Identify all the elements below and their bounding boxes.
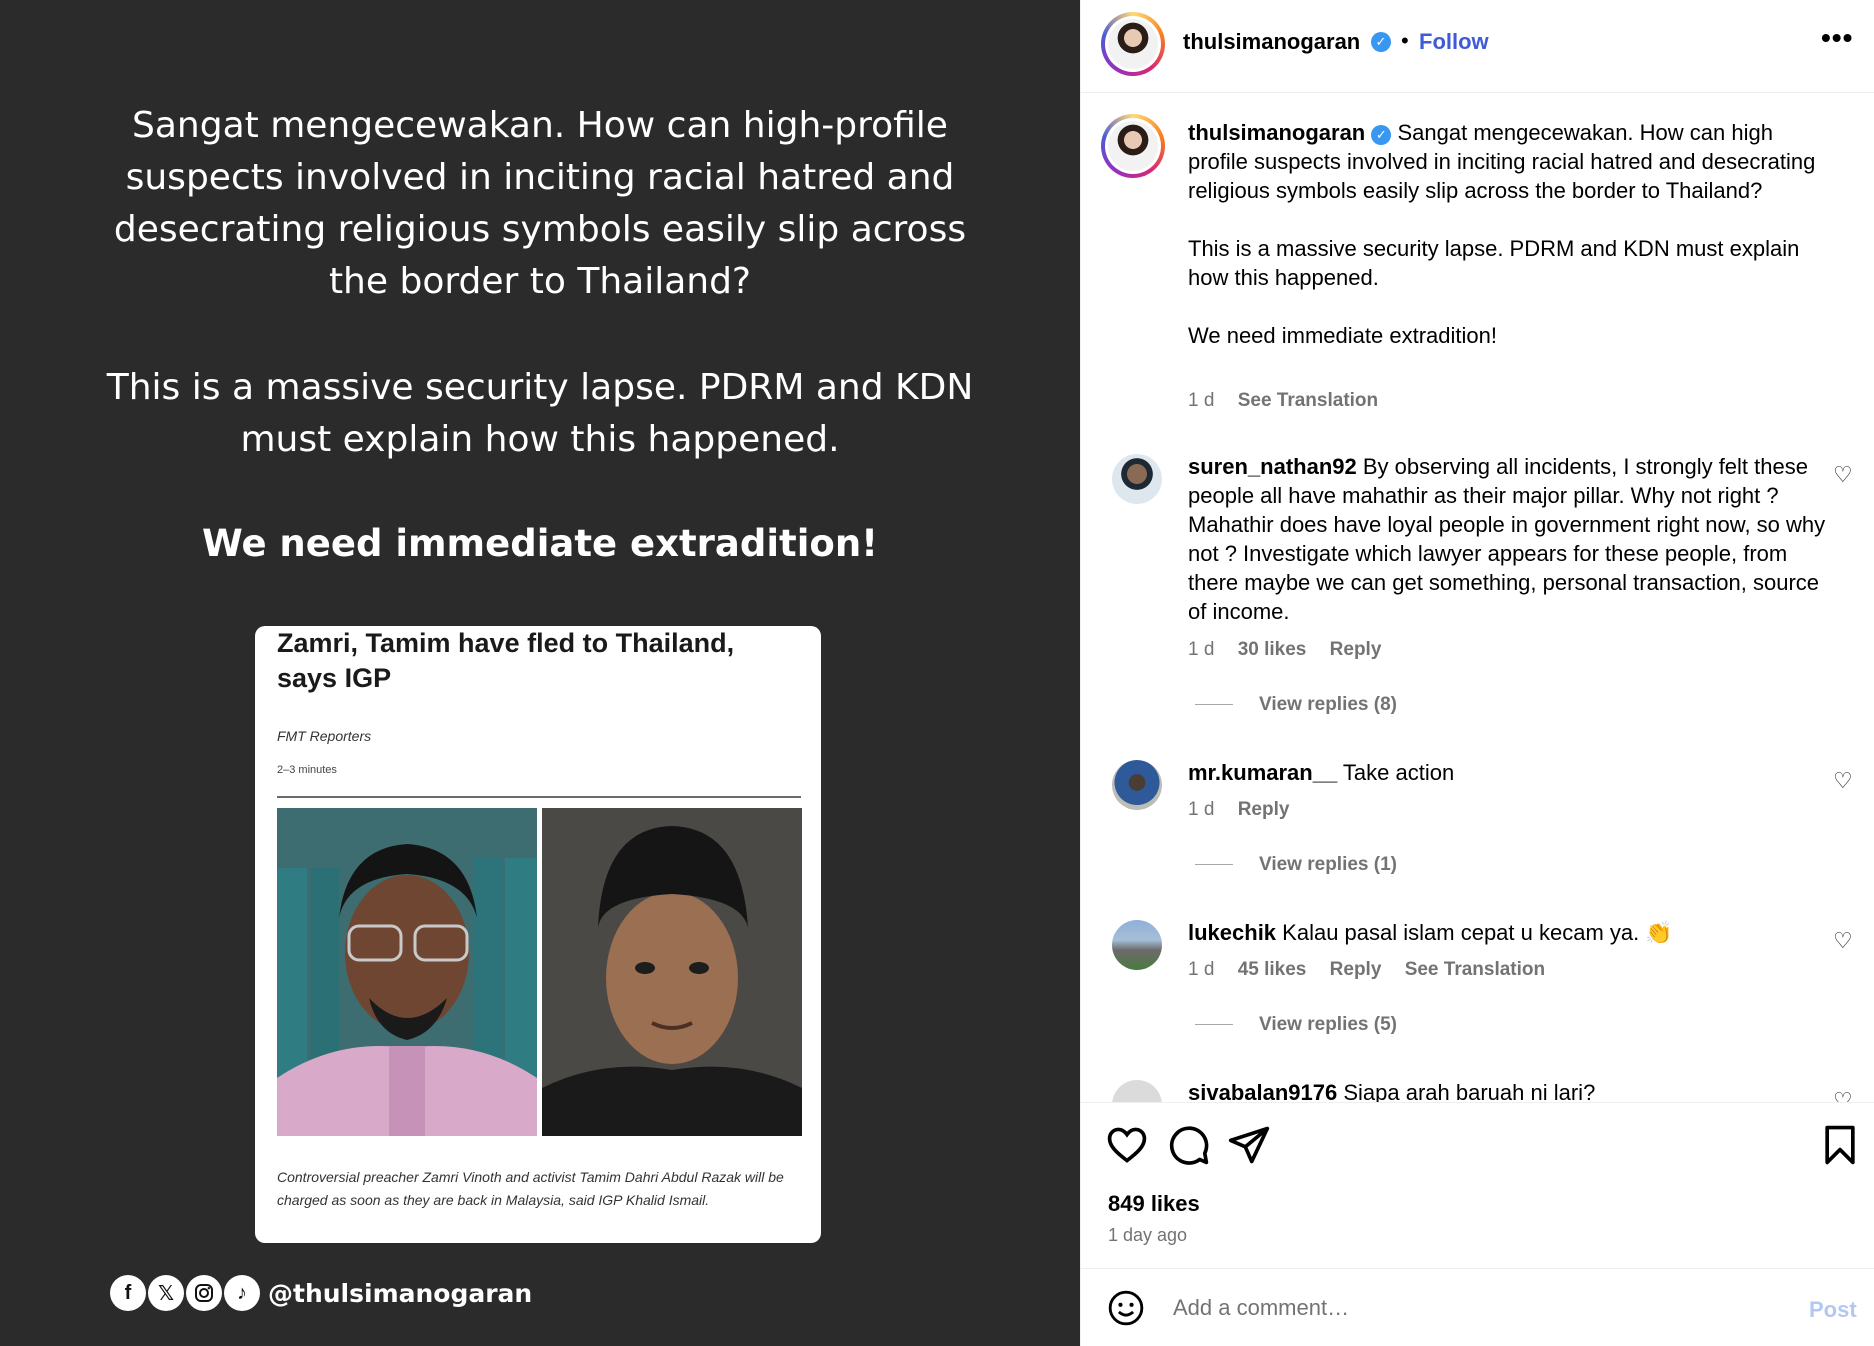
caption-text-3: We need immediate extradition! [1188, 323, 1497, 348]
comment-text: Take action [1342, 760, 1455, 785]
post-timestamp[interactable]: 1 day ago [1108, 1225, 1187, 1246]
commenter-avatar[interactable] [1112, 1080, 1162, 1102]
follow-button[interactable]: Follow [1419, 29, 1489, 55]
news-byline: FMT Reporters [277, 728, 372, 744]
post-image[interactable]: Sangat mengecewakan. How can high-profil… [0, 0, 1080, 1346]
comment-like-icon[interactable]: ♡ [1833, 462, 1853, 488]
news-divider [277, 796, 801, 798]
comment-text: Kalau pasal islam cepat u kecam ya. 👏 [1282, 920, 1673, 945]
see-translation-link[interactable]: See Translation [1238, 390, 1378, 411]
comment: sivabalan9176 Siapa arah baruah ni lari? [1188, 1078, 1833, 1102]
view-replies-button[interactable]: View replies (1) [1195, 854, 1397, 876]
comment-username[interactable]: sivabalan9176 [1188, 1080, 1337, 1102]
comment: mr.kumaran__ Take action [1188, 758, 1833, 787]
comment-text: By observing all incidents, I strongly f… [1188, 454, 1826, 624]
image-text-paragraph-1: Sangat mengecewakan. How can high-profil… [113, 105, 967, 302]
reply-button[interactable]: Reply [1330, 639, 1382, 660]
see-translation-link[interactable]: See Translation [1405, 959, 1545, 980]
comment-icon[interactable] [1167, 1123, 1211, 1167]
social-handle: @thulsimanogaran [268, 1278, 533, 1308]
comment-bar: Post [1081, 1268, 1874, 1346]
instagram-icon [186, 1275, 222, 1311]
comment-username[interactable]: suren_nathan92 [1188, 454, 1357, 479]
post-comment-button[interactable]: Post [1809, 1297, 1857, 1323]
news-headline: Zamri, Tamim have fled to Thailand, says… [277, 628, 735, 693]
tiktok-icon: ♪ [224, 1275, 260, 1311]
comment-time: 1 d [1188, 799, 1215, 820]
x-icon: 𝕏 [148, 1275, 184, 1311]
commenter-avatar[interactable] [1112, 920, 1162, 970]
comment-input[interactable] [1173, 1287, 1753, 1329]
more-options-icon[interactable]: ••• [1821, 22, 1853, 54]
author-avatar[interactable] [1101, 12, 1165, 76]
image-text-paragraph-2: This is a massive security lapse. PDRM a… [106, 367, 974, 460]
commenter-avatar[interactable] [1112, 454, 1162, 504]
social-row: f 𝕏 ♪ @thulsimanogaran [110, 1273, 532, 1313]
comment-time: 1 d [1188, 959, 1215, 980]
post-header: thulsimanogaran ✓ • Follow ••• [1081, 0, 1874, 93]
header-separator-dot: • [1401, 28, 1409, 53]
caption-time: 1 d [1188, 390, 1215, 411]
comment-time: 1 d [1188, 639, 1215, 660]
caption-text-2: This is a massive security lapse. PDRM a… [1188, 236, 1800, 290]
actions-bar: 849 likes 1 day ago [1081, 1102, 1874, 1270]
comment-meta: 1 d 30 likes Reply [1188, 639, 1399, 661]
comment-username[interactable]: mr.kumaran__ [1188, 760, 1337, 785]
view-replies-button[interactable]: View replies (8) [1195, 694, 1397, 716]
share-icon[interactable] [1227, 1123, 1271, 1167]
comment-meta: 1 d Reply [1188, 799, 1307, 821]
emoji-icon[interactable] [1107, 1289, 1145, 1327]
verified-badge-icon: ✓ [1371, 32, 1391, 52]
comment: lukechik Kalau pasal islam cepat u kecam… [1188, 918, 1833, 947]
reply-button[interactable]: Reply [1238, 799, 1290, 820]
reply-button[interactable]: Reply [1330, 959, 1382, 980]
news-read-time: 2–3 minutes [277, 764, 337, 776]
comment-like-icon[interactable]: ♡ [1833, 768, 1853, 794]
facebook-icon: f [110, 1275, 146, 1311]
likes-count[interactable]: 849 likes [1108, 1191, 1200, 1217]
commenter-avatar[interactable] [1112, 760, 1162, 810]
post-sidebar: thulsimanogaran ✓ • Follow ••• thulsiman… [1080, 0, 1874, 1346]
comment-likes[interactable]: 30 likes [1238, 639, 1307, 660]
like-icon[interactable] [1105, 1123, 1149, 1167]
caption-meta: 1 d See Translation [1188, 390, 1396, 412]
post-caption: thulsimanogaran ✓ Sangat mengecewakan. H… [1188, 118, 1833, 350]
news-photo-left [277, 808, 537, 1136]
caption-username[interactable]: thulsimanogaran [1188, 120, 1365, 145]
comments-list[interactable]: thulsimanogaran ✓ Sangat mengecewakan. H… [1081, 94, 1874, 1102]
comment: suren_nathan92 By observing all incident… [1188, 452, 1833, 626]
comment-meta: 1 d 45 likes Reply See Translation [1188, 959, 1563, 981]
comment-like-icon[interactable]: ♡ [1833, 1088, 1853, 1102]
comment-like-icon[interactable]: ♡ [1833, 928, 1853, 954]
news-photo-right [542, 808, 802, 1136]
verified-badge-icon: ✓ [1371, 125, 1392, 145]
image-text-paragraph-3: We need immediate extradition! [201, 522, 879, 565]
comment-likes[interactable]: 45 likes [1238, 959, 1307, 980]
view-replies-button[interactable]: View replies (5) [1195, 1014, 1397, 1036]
save-bookmark-icon[interactable] [1818, 1123, 1862, 1167]
comment-text: Siapa arah baruah ni lari? [1343, 1080, 1596, 1102]
comment-username[interactable]: lukechik [1188, 920, 1276, 945]
author-username[interactable]: thulsimanogaran [1183, 29, 1360, 55]
caption-avatar[interactable] [1101, 114, 1165, 178]
news-card: Zamri, Tamim have fled to Thailand, says… [255, 626, 821, 1243]
news-caption: Controversial preacher Zamri Vinoth and … [277, 1169, 784, 1208]
